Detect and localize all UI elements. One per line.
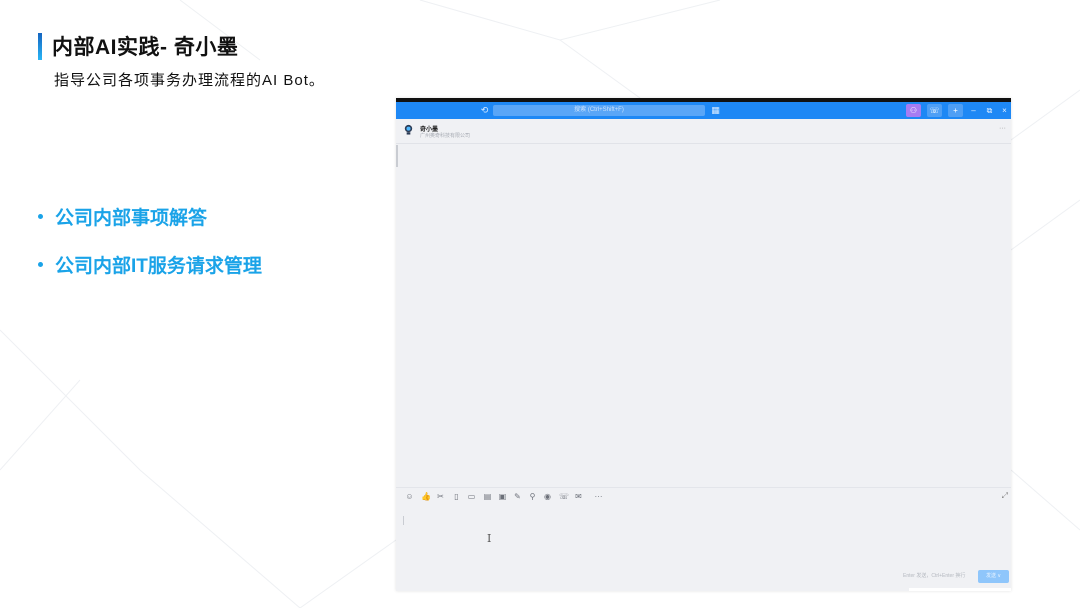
send-hint: Enter 发送，Ctrl+Enter 换行	[903, 573, 966, 579]
input-toolbar: ☺ 👍 ✂ ▯ ▭ ▤ ▣ ✎ ⚲ ◉ ☏ ✉ ··· ⤢	[396, 487, 1011, 508]
chat-app-window: ⟲ 搜索 (Ctrl+Shift+F) ▦ ⚇ ☏ + – ⧉ × 奇小墨 广州…	[396, 98, 1011, 591]
more-options-icon[interactable]: ···	[999, 125, 1006, 132]
mail-icon[interactable]: ✉	[574, 491, 583, 503]
palette-icon[interactable]: ◉	[543, 491, 552, 503]
edit-icon[interactable]: ✎	[513, 491, 522, 503]
file-icon[interactable]: ▯	[452, 491, 461, 503]
restore-icon[interactable]: ⧉	[984, 104, 995, 117]
thumbs-up-icon[interactable]: 👍	[421, 491, 431, 503]
message-input[interactable]: I Enter 发送，Ctrl+Enter 换行 发送 ∨	[396, 508, 1011, 591]
close-icon[interactable]: ×	[999, 104, 1010, 117]
text-caret	[403, 516, 404, 525]
folder-icon[interactable]: ▭	[467, 491, 476, 503]
titlebar: ⟲ 搜索 (Ctrl+Shift+F) ▦ ⚇ ☏ + – ⧉ ×	[396, 102, 1011, 119]
bullet-item: 公司内部IT服务请求管理	[38, 240, 262, 288]
app-button-1[interactable]: ⚇	[906, 104, 921, 117]
title-accent-bar	[38, 33, 42, 60]
page-subtitle: 指导公司各项事务办理流程的AI Bot。	[54, 72, 325, 89]
scrollbar[interactable]	[396, 145, 398, 167]
page-title: 内部AI实践- 奇小墨	[52, 36, 239, 59]
chat-header: 奇小墨 广州奥奇科技有限公司 ···	[396, 119, 1011, 144]
search-input[interactable]: 搜索 (Ctrl+Shift+F)	[493, 105, 705, 116]
ibeam-cursor-icon: I	[487, 532, 492, 545]
expand-icon[interactable]: ⤢	[1002, 491, 1008, 501]
bullet-list: 公司内部事项解答 公司内部IT服务请求管理	[38, 192, 262, 288]
bot-avatar[interactable]	[403, 124, 414, 135]
send-button-label: 发送	[985, 573, 996, 579]
calendar-icon[interactable]: ▤	[483, 491, 492, 503]
phone-icon[interactable]: ☏	[559, 491, 569, 503]
bullet-item: 公司内部事项解答	[38, 192, 262, 240]
bullet-label: 公司内部IT服务请求管理	[55, 255, 262, 277]
app-button-2[interactable]: ☏	[927, 104, 942, 117]
send-button[interactable]: 发送 ∨	[978, 570, 1009, 583]
add-button[interactable]: +	[948, 104, 963, 117]
chat-org: 广州奥奇科技有限公司	[420, 133, 471, 139]
bullet-dot	[38, 261, 43, 267]
bottom-edge	[909, 588, 1011, 591]
more-tools-icon[interactable]: ···	[594, 491, 603, 503]
search-placeholder: 搜索 (Ctrl+Shift+F)	[574, 107, 624, 113]
history-icon[interactable]: ⟲	[479, 105, 490, 116]
qr-code-icon[interactable]: ▦	[710, 105, 721, 116]
note-icon[interactable]: ▣	[498, 491, 507, 503]
minimize-icon[interactable]: –	[968, 104, 979, 117]
scissors-icon[interactable]: ✂	[436, 491, 445, 503]
emoji-icon[interactable]: ☺	[405, 491, 414, 503]
bullet-dot	[38, 213, 43, 219]
bullet-label: 公司内部事项解答	[55, 207, 208, 229]
location-icon[interactable]: ⚲	[528, 491, 537, 503]
